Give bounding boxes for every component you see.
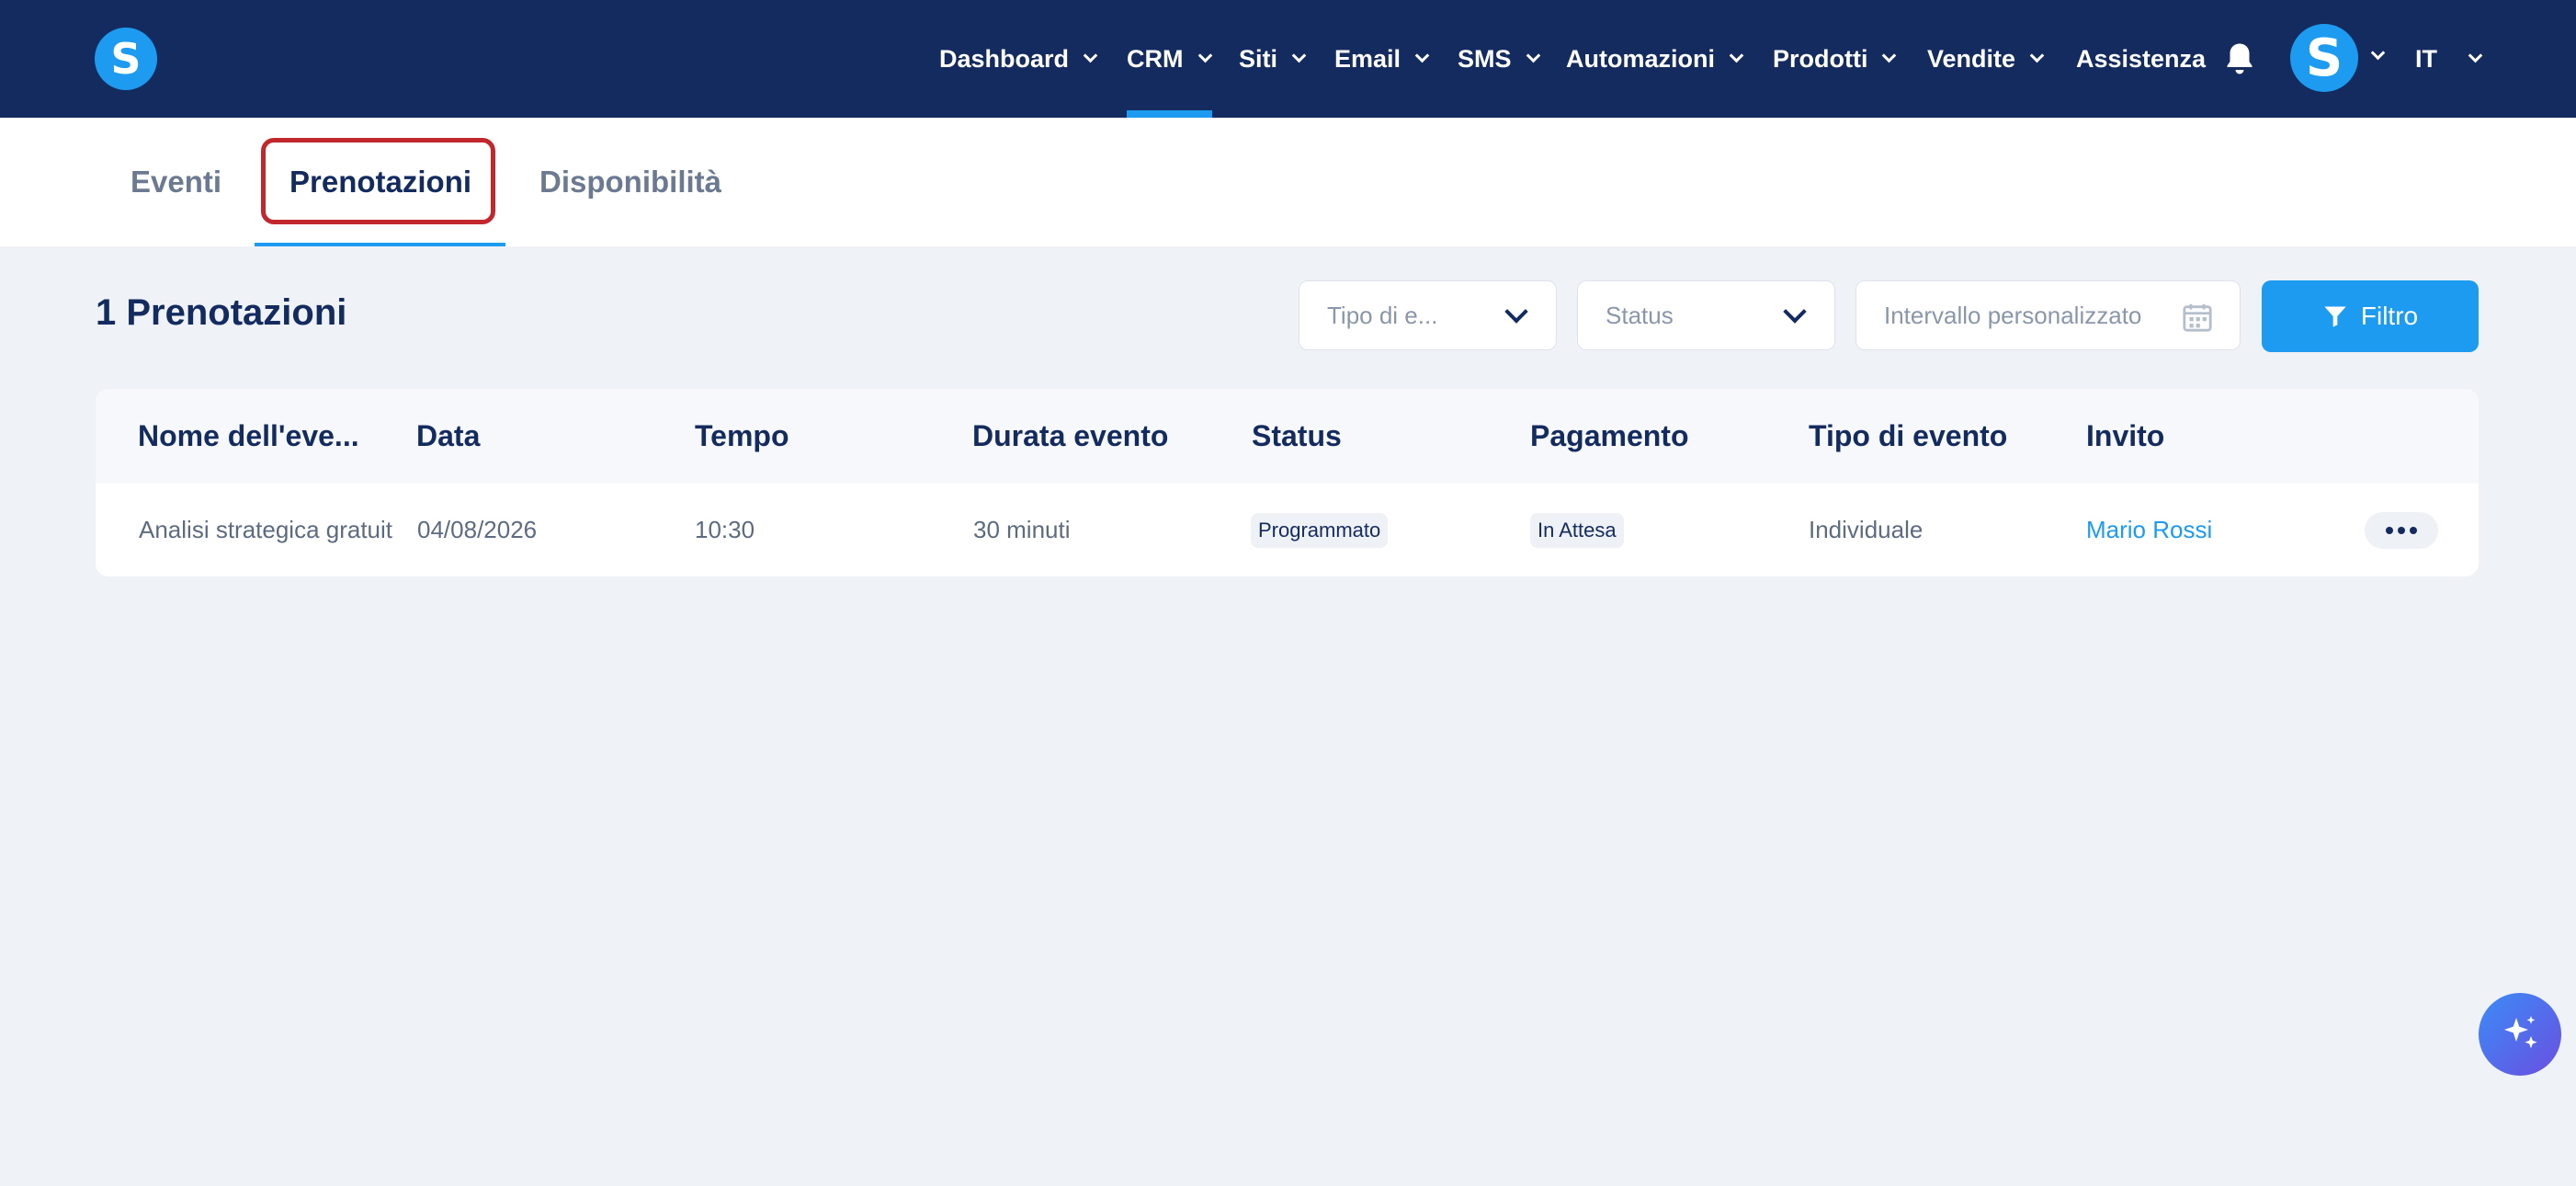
column-header[interactable]: Durata evento [972,389,1168,484]
chevron-down-icon [1197,48,1212,63]
chevron-down-icon [1783,300,1807,324]
chevron-down-icon [1083,48,1098,63]
active-tab-indicator [255,243,505,246]
status-placeholder: Status [1606,301,1674,329]
nav-item-label: Prodotti [1773,44,1868,73]
event-name-cell: Analisi strategica gratuita [139,516,392,543]
status-cell: Programmato [1251,484,1389,576]
nav-item-label: Vendite [1927,44,2016,73]
payment-badge: In Attesa [1530,512,1624,548]
date-range-input[interactable]: Intervallo personalizzato [1855,280,2241,350]
tab-disponibilita[interactable]: Disponibilità [539,118,721,246]
column-header[interactable]: Invito [2086,389,2164,484]
filter-button-label: Filtro [2360,302,2419,330]
tab-prenotazioni[interactable]: Prenotazioni [289,118,471,246]
page-title: 1 Prenotazioni [96,292,347,333]
filter-button[interactable]: Filtro [2262,280,2479,352]
user-avatar[interactable]: S [2290,24,2358,92]
top-navbar: S Dashboard CRM Siti Email SMS Automazio… [0,0,2576,118]
nav-item-email[interactable]: Email [1334,0,1430,118]
chevron-down-icon [1504,300,1528,324]
nav-item-label: Dashboard [939,44,1070,73]
language-label: IT [2415,44,2437,73]
column-header[interactable]: Nome dell'eve... [138,389,359,484]
chevron-down-icon [2029,48,2045,63]
ai-assistant-button[interactable] [2479,993,2561,1076]
chevron-down-icon [1414,48,1430,63]
language-selector[interactable]: IT [2415,0,2483,118]
chevron-down-icon[interactable] [2370,45,2386,61]
status-badge: Programmato [1251,512,1389,548]
chevron-down-icon [1729,48,1744,63]
chevron-down-icon [1291,48,1307,63]
nav-item-prodotti[interactable]: Prodotti [1773,0,1897,118]
bookings-table: Nome dell'eve... Data Tempo Durata event… [96,389,2479,576]
chevron-down-icon [1526,48,1540,63]
column-header[interactable]: Pagamento [1530,389,1688,484]
nav-item-vendite[interactable]: Vendite [1927,0,2045,118]
duration-cell: 30 minuti [973,516,1071,543]
nav-item-automazioni[interactable]: Automazioni [1566,0,1744,118]
event-type-cell: Individuale [1809,516,1923,543]
sparkle-icon [2504,1016,2537,1049]
column-header[interactable]: Tempo [695,389,789,484]
nav-item-label: Assistenza [2076,44,2207,73]
invitee-cell: Mario Rossi [2086,484,2212,576]
time-cell: 10:30 [695,516,755,543]
active-nav-indicator [1127,110,1212,118]
tab-eventi[interactable]: Eventi [131,118,221,246]
app-logo[interactable]: S [95,28,157,90]
nav-item-label: Automazioni [1566,44,1715,73]
nav-item-label: SMS [1458,44,1512,73]
funnel-icon [2324,306,2346,327]
chevron-down-icon [2468,48,2483,63]
chevron-down-icon [1882,48,1897,63]
nav-item-crm[interactable]: CRM [1127,0,1212,118]
date-range-placeholder: Intervallo personalizzato [1884,301,2142,329]
status-select[interactable]: Status [1577,280,1835,350]
nav-item-dashboard[interactable]: Dashboard [939,0,1098,118]
nav-item-siti[interactable]: Siti [1239,0,1307,118]
nav-item-assistenza[interactable]: Assistenza [2076,0,2206,118]
column-header[interactable]: Tipo di evento [1809,389,2007,484]
subtabs-bar: Eventi Prenotazioni Disponibilità [0,118,2576,246]
event-type-placeholder: Tipo di e... [1327,301,1438,329]
nav-item-label: Email [1334,44,1401,73]
more-icon [2386,527,2393,534]
event-type-select[interactable]: Tipo di e... [1299,280,1557,350]
nav-item-label: CRM [1127,44,1184,73]
date-cell: 04/08/2026 [417,516,538,543]
payment-cell: In Attesa [1530,484,1624,576]
row-actions-button[interactable] [2365,512,2438,549]
column-header[interactable]: Status [1252,389,1342,484]
invitee-link[interactable]: Mario Rossi [2086,516,2212,544]
bell-icon[interactable] [2223,40,2256,77]
calendar-icon [2183,303,2212,332]
nav-item-label: Siti [1239,44,1278,73]
column-header[interactable]: Data [416,389,480,484]
nav-item-sms[interactable]: SMS [1458,0,1540,118]
